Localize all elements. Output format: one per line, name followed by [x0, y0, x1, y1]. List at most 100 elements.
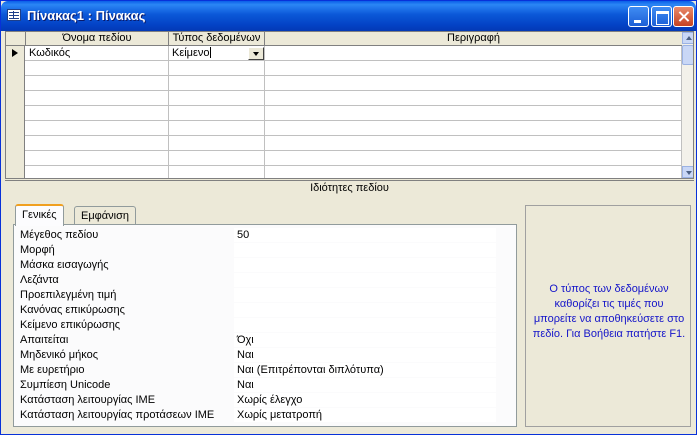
description-cell[interactable] — [265, 61, 682, 76]
row-selector[interactable] — [6, 76, 25, 91]
text-cursor — [209, 47, 211, 58]
property-row: Προεπιλεγμένη τιμή — [20, 288, 496, 303]
property-label[interactable]: Προεπιλεγμένη τιμή — [20, 289, 234, 301]
property-label[interactable]: Κατάσταση λειτουργίας προτάσεων IME — [20, 409, 234, 421]
table-row[interactable] — [6, 91, 682, 106]
property-row: Μέγεθος πεδίου 50 — [20, 228, 496, 243]
column-header-description[interactable]: Περιγραφή — [265, 32, 682, 46]
title-bar[interactable]: Πίνακας1 : Πίνακας — [1, 1, 696, 31]
description-cell[interactable] — [265, 46, 682, 61]
property-value-field[interactable]: Χωρίς μετατροπή — [234, 408, 496, 422]
row-selector[interactable] — [6, 121, 25, 136]
property-value-field[interactable] — [234, 303, 496, 317]
property-value-field[interactable]: Ναι — [234, 378, 496, 392]
field-name-cell-text: Κωδικός — [29, 47, 71, 59]
row-selector[interactable] — [6, 151, 25, 166]
property-label[interactable]: Κείμενο επικύρωσης — [20, 319, 234, 331]
current-row-arrow-icon[interactable] — [6, 46, 25, 61]
property-row: Με ευρετήριο Ναι (Επιτρέπονται διπλότυπα) — [20, 363, 496, 378]
property-value-field[interactable] — [234, 243, 496, 257]
column-header-field-name[interactable]: Όνομα πεδίου — [26, 32, 169, 46]
property-row: Κατάσταση λειτουργίας προτάσεων IME Χωρίς… — [20, 408, 496, 423]
description-cell[interactable] — [265, 121, 682, 136]
property-label[interactable]: Κατάσταση λειτουργίας IME — [20, 394, 234, 406]
scroll-down-icon[interactable] — [682, 166, 693, 178]
data-type-dropdown-icon[interactable] — [248, 47, 264, 60]
tab-lookup[interactable]: Εμφάνιση — [74, 206, 137, 225]
property-value-field[interactable]: Όχι — [234, 333, 496, 347]
property-value-field[interactable] — [234, 273, 496, 287]
table-row[interactable] — [6, 136, 682, 151]
property-label[interactable]: Συμπίεση Unicode — [20, 379, 234, 391]
property-label[interactable]: Απαιτείται — [20, 334, 234, 346]
property-row: Συμπίεση Unicode Ναι — [20, 378, 496, 393]
property-value-field[interactable]: Χωρίς έλεγχο — [234, 393, 496, 407]
row-selector[interactable] — [6, 166, 25, 178]
data-type-cell[interactable] — [169, 121, 265, 136]
tab-general[interactable]: Γενικές — [15, 204, 64, 226]
table-row[interactable] — [6, 61, 682, 76]
help-box: Ο τύπος των δεδομένων καθορίζει τις τιμέ… — [525, 205, 691, 427]
field-name-cell[interactable] — [26, 136, 169, 151]
description-cell[interactable] — [265, 151, 682, 166]
field-name-cell[interactable] — [26, 76, 169, 91]
table-row[interactable] — [6, 106, 682, 121]
table-design-window: Πίνακας1 : Πίνακας Όνομα πεδίου Τύπος δε… — [0, 0, 697, 435]
description-cell[interactable] — [265, 106, 682, 121]
property-label[interactable]: Με ευρετήριο — [20, 364, 234, 376]
field-name-cell[interactable] — [26, 61, 169, 76]
maximize-button[interactable] — [651, 6, 672, 27]
scroll-thumb[interactable] — [682, 45, 693, 65]
table-row[interactable] — [6, 121, 682, 136]
data-type-cell[interactable] — [169, 61, 265, 76]
property-label[interactable]: Λεζάντα — [20, 274, 234, 286]
table-row[interactable] — [6, 76, 682, 91]
property-row: Μηδενικό μήκος Ναι — [20, 348, 496, 363]
description-cell[interactable] — [265, 91, 682, 106]
scroll-up-icon[interactable] — [682, 32, 693, 44]
row-selector[interactable] — [6, 136, 25, 151]
data-type-cell[interactable] — [169, 136, 265, 151]
property-value-field[interactable] — [234, 288, 496, 302]
data-type-cell[interactable] — [169, 91, 265, 106]
row-selector[interactable] — [6, 106, 25, 121]
data-type-cell[interactable] — [169, 151, 265, 166]
field-name-cell[interactable] — [26, 121, 169, 136]
property-row: Κανόνας επικύρωσης — [20, 303, 496, 318]
column-header-data-type[interactable]: Τύπος δεδομένων — [169, 32, 265, 46]
property-label[interactable]: Μάσκα εισαγωγής — [20, 259, 234, 271]
help-text: Ο τύπος των δεδομένων καθορίζει τις τιμέ… — [532, 283, 686, 340]
property-row: Κείμενο επικύρωσης — [20, 318, 496, 333]
minimize-button[interactable] — [628, 6, 649, 27]
close-button[interactable] — [673, 6, 694, 27]
data-type-cell[interactable] — [169, 106, 265, 121]
window-title: Πίνακας1 : Πίνακας — [27, 8, 146, 23]
field-name-cell[interactable] — [26, 151, 169, 166]
row-selector[interactable] — [6, 61, 25, 76]
table-row[interactable] — [6, 151, 682, 166]
row-selector[interactable] — [6, 91, 25, 106]
field-name-cell[interactable] — [26, 106, 169, 121]
property-value-field[interactable]: 50 — [234, 228, 496, 242]
description-cell[interactable] — [265, 76, 682, 91]
property-label[interactable]: Μέγεθος πεδίου — [20, 229, 234, 241]
property-label[interactable]: Μηδενικό μήκος — [20, 349, 234, 361]
property-value-field[interactable]: Ναι — [234, 348, 496, 362]
table-row[interactable] — [6, 166, 682, 178]
data-type-cell[interactable] — [169, 76, 265, 91]
description-cell[interactable] — [265, 166, 682, 178]
property-value-field[interactable]: Ναι (Επιτρέπονται διπλότυπα) — [234, 363, 496, 377]
property-label[interactable]: Μορφή — [20, 244, 234, 256]
grid-vertical-scrollbar[interactable] — [682, 32, 693, 178]
property-value-field[interactable] — [234, 318, 496, 332]
description-cell[interactable] — [265, 136, 682, 151]
data-type-cell[interactable] — [169, 166, 265, 178]
property-label[interactable]: Κανόνας επικύρωσης — [20, 304, 234, 316]
property-row: Μάσκα εισαγωγής — [20, 258, 496, 273]
property-value-field[interactable] — [234, 258, 496, 272]
field-name-cell[interactable] — [26, 91, 169, 106]
field-name-cell[interactable]: Κωδικός — [26, 46, 169, 61]
splitter[interactable] — [5, 180, 694, 181]
table-row[interactable]: Κωδικός Κείμενο — [6, 46, 682, 61]
field-name-cell[interactable] — [26, 166, 169, 178]
